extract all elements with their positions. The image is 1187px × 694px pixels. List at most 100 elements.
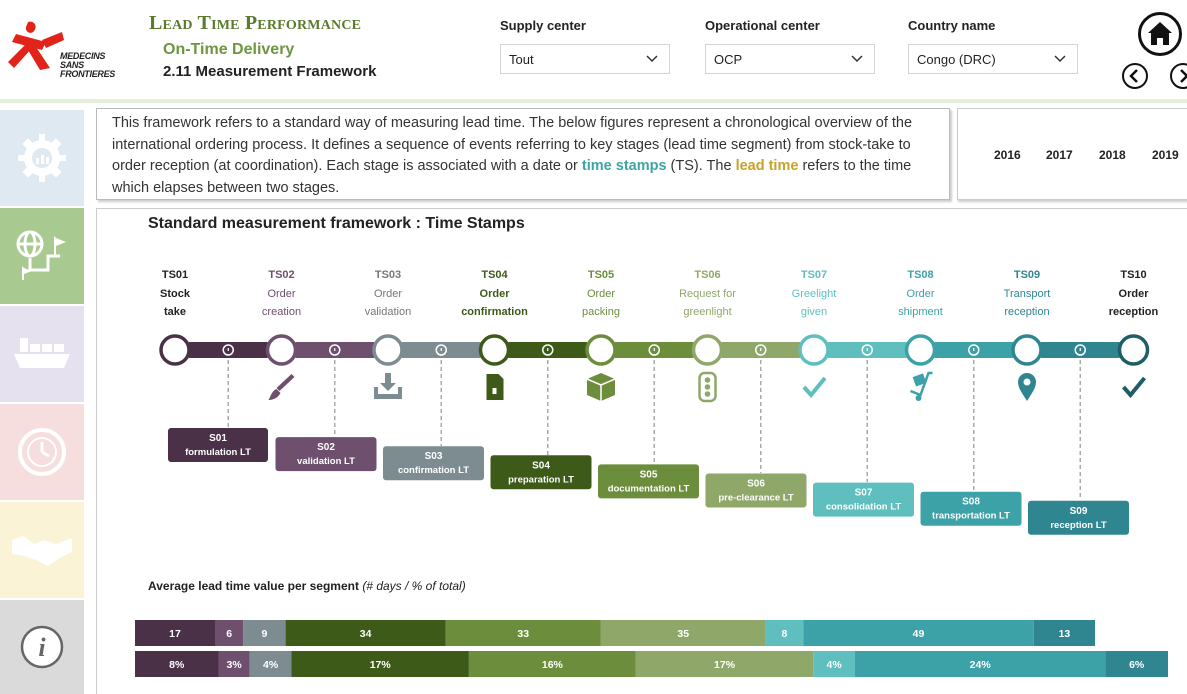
timestamp-label: given: [801, 306, 827, 318]
timestamp-code: TS07: [801, 269, 827, 281]
avg-title-unit: (# days / % of total): [362, 579, 466, 593]
package-icon: [586, 373, 616, 401]
segment-code: S09: [1070, 506, 1088, 517]
bar-data-label: 24%: [970, 659, 992, 671]
timestamp-node: [265, 334, 298, 366]
map-pin-icon: [1018, 373, 1036, 401]
brush-icon-part: [276, 374, 295, 391]
map-pin-icon-part: [1018, 373, 1036, 401]
timestamp-code: TS06: [694, 269, 720, 281]
timestamp-node: [478, 334, 511, 366]
timestamp-label: reception: [1109, 306, 1159, 318]
segment-label: confirmation LT: [398, 465, 469, 476]
avg-lead-time-title: Average lead time value per segment (# d…: [148, 579, 466, 593]
timestamp-label: confirmation: [461, 306, 528, 318]
timestamp-label: Greelight: [792, 288, 837, 300]
timestamp-label: shipment: [898, 306, 943, 318]
timestamp-node: [585, 334, 617, 366]
timestamp-code: TS08: [907, 269, 933, 281]
map-pin-icon-part: [1023, 378, 1031, 386]
timestamp-code: TS05: [588, 269, 614, 281]
brush-icon: [268, 374, 295, 400]
bar-data-label: 8%: [169, 659, 185, 671]
timestamp-node: [159, 334, 191, 366]
segment-label: validation LT: [297, 456, 355, 467]
segment-label: reception LT: [1050, 520, 1106, 531]
checkmark-icon-part: [802, 376, 827, 399]
avg-title-main: Average lead time value per segment: [148, 579, 363, 593]
timestamp-label: take: [164, 306, 186, 318]
timestamp-code: TS02: [268, 269, 294, 281]
timestamp-label: Order: [374, 288, 402, 300]
checkmark-icon: [1121, 376, 1147, 399]
timestamp-label: Request for: [679, 288, 736, 300]
timestamp-label: Order: [480, 288, 511, 300]
segment-code: S07: [855, 488, 873, 499]
timestamp-label: Stock: [160, 288, 191, 300]
bar-data-label: 17: [169, 628, 181, 640]
hand-truck-icon: [910, 371, 933, 401]
bar-data-label: 16%: [542, 659, 564, 671]
timestamp-label: Order: [587, 288, 615, 300]
bar-data-label: 49: [913, 628, 925, 640]
timestamp-code: TS01: [162, 269, 188, 281]
bar-data-label: 17%: [714, 659, 736, 671]
bar-data-label: 8: [781, 628, 787, 640]
segment-label: preparation LT: [508, 474, 574, 485]
bar-data-label: 4%: [263, 659, 279, 671]
brush-icon-part: [268, 389, 281, 400]
segment-code: S01: [209, 433, 227, 444]
segment-label: transportation LT: [932, 511, 1010, 522]
segment-code: S08: [962, 497, 980, 508]
segment-code: S04: [532, 460, 550, 471]
document-icon-part: [492, 388, 497, 394]
timestamp-label: reception: [1004, 306, 1049, 318]
timestamp-node: [372, 334, 404, 366]
timestamp-code: TS09: [1014, 269, 1040, 281]
timestamp-label: creation: [262, 306, 301, 318]
bar-data-label: 17%: [370, 659, 392, 671]
bar-data-label: 35: [677, 628, 689, 640]
bar-data-label: 6: [226, 628, 232, 640]
timestamp-label: Transport: [1004, 288, 1051, 300]
timestamp-node: [1011, 334, 1043, 366]
bar-data-label: 13: [1059, 628, 1071, 640]
segment-code: S03: [425, 451, 443, 462]
checkmark-icon: [802, 376, 827, 399]
timestamp-code: TS03: [375, 269, 401, 281]
hand-truck-icon-part: [915, 395, 922, 401]
download-tray-icon: [374, 373, 402, 399]
timestamp-node: [691, 334, 724, 366]
timestamp-node: [1117, 334, 1150, 366]
segment-label: consolidation LT: [826, 502, 901, 513]
timestamp-code: TS10: [1120, 269, 1146, 281]
document-icon: [486, 374, 504, 400]
timestamp-node: [904, 334, 937, 366]
traffic-light-icon-part: [704, 377, 711, 383]
traffic-light-icon-part: [704, 384, 711, 390]
timestamp-node: [798, 334, 830, 366]
segment-code: S02: [317, 442, 335, 453]
bar-data-label: 6%: [1129, 659, 1145, 671]
segment-code: S05: [640, 469, 658, 480]
download-tray-icon-part: [380, 373, 396, 391]
timestamp-label: validation: [365, 306, 411, 318]
timestamp-code: TS04: [481, 269, 508, 281]
bar-data-label: 34: [360, 628, 372, 640]
segment-label: documentation LT: [608, 483, 690, 494]
traffic-light-icon-part: [704, 391, 711, 397]
checkmark-icon-part: [1121, 376, 1147, 399]
bar-data-label: 33: [517, 628, 529, 640]
bar-data-label: 9: [261, 628, 267, 640]
segment-label: pre-clearance LT: [718, 493, 794, 504]
timestamp-label: Order: [1119, 288, 1150, 300]
timestamp-label: packing: [582, 306, 620, 318]
bar-data-label: 4%: [827, 659, 843, 671]
traffic-light-icon: [698, 371, 717, 403]
timestamp-label: greenlight: [683, 306, 731, 318]
bar-data-label: 3%: [227, 659, 243, 671]
document-icon-part: [486, 374, 504, 400]
segment-label: formulation LT: [185, 447, 251, 458]
timestamp-label: Order: [906, 288, 934, 300]
segment-code: S06: [747, 479, 765, 490]
